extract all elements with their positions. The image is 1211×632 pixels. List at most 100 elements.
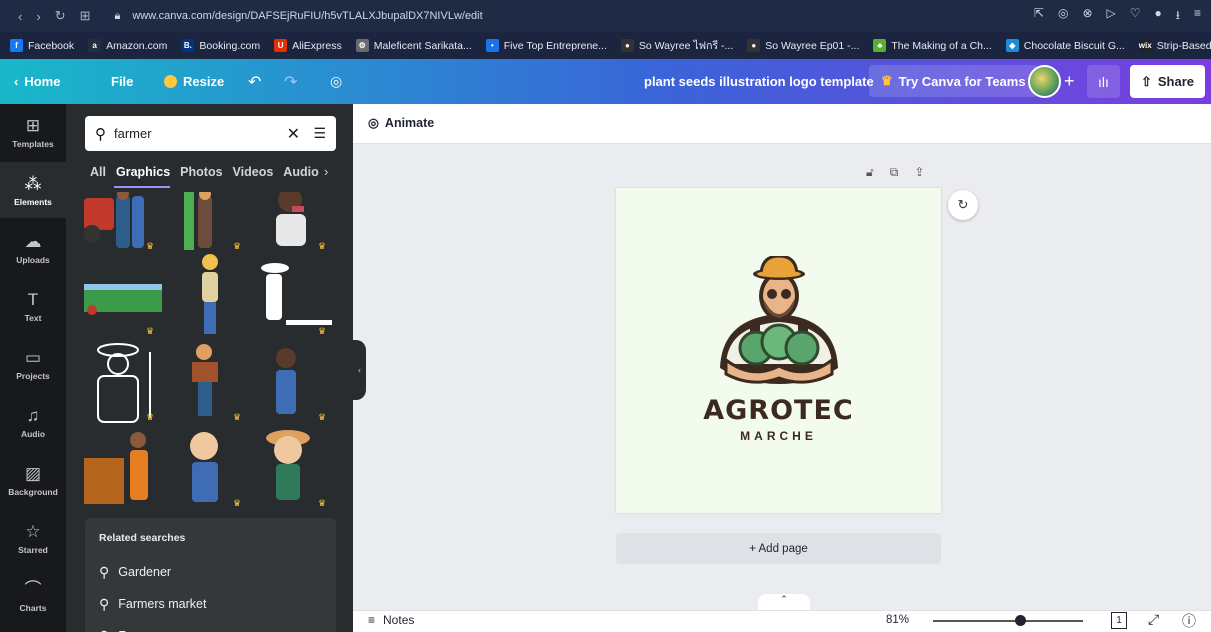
- chevron-right-icon[interactable]: ›: [324, 164, 328, 179]
- bookmark-item[interactable]: U AliExpress: [274, 39, 342, 52]
- home-button[interactable]: ‹ Home: [14, 74, 60, 89]
- bookmark-label: Facebook: [28, 39, 75, 52]
- zoom-slider-handle[interactable]: [1015, 615, 1026, 626]
- share-page-icon[interactable]: ⇱: [1034, 6, 1044, 27]
- screenshot-icon[interactable]: ◎: [1058, 6, 1068, 27]
- bookmark-label: Chocolate Biscuit G...: [1023, 39, 1125, 52]
- design-title[interactable]: plant seeds illustration logo template: [644, 74, 874, 89]
- bookmark-item[interactable]: B. Booking.com: [181, 39, 260, 52]
- close-icon[interactable]: ✕: [287, 124, 300, 144]
- resize-button[interactable]: Resize: [164, 74, 224, 89]
- vertical-scrollbar[interactable]: [1199, 145, 1211, 595]
- file-menu-button[interactable]: File: [111, 74, 133, 89]
- bookmark-item[interactable]: ⚙ Maleficent Sarikata...: [355, 39, 472, 52]
- graphic-farmer-outline-fork[interactable]: [97, 343, 151, 423]
- farmer-logo-illustration[interactable]: [712, 256, 846, 388]
- bookmark-item[interactable]: ♣ The Making of a Ch...: [873, 39, 992, 52]
- logo-subtitle[interactable]: MARCHE: [616, 429, 941, 443]
- tab-photos[interactable]: Photos: [180, 165, 222, 179]
- graphic-farmer-rake[interactable]: [202, 254, 218, 334]
- graphic-farmer-woman-watering[interactable]: [276, 192, 306, 246]
- rail-item-uploads[interactable]: ☁ Uploads: [0, 220, 66, 276]
- rail-item-audio[interactable]: ♫ Audio: [0, 394, 66, 450]
- rail-item-projects[interactable]: ▭ Projects: [0, 336, 66, 392]
- related-search-item[interactable]: ⚲ Farmers market: [99, 588, 322, 620]
- lock-page-icon[interactable]: 🔓︎: [866, 165, 874, 180]
- help-icon[interactable]: ⓘ: [1182, 611, 1196, 631]
- heart-icon[interactable]: ♡: [1130, 6, 1141, 27]
- page-count[interactable]: 1: [1111, 612, 1127, 629]
- undo-icon[interactable]: ↶: [248, 72, 261, 92]
- rail-item-elements[interactable]: ⁂ Elements: [0, 162, 66, 218]
- related-search-item[interactable]: ⚲ Gardener: [99, 556, 322, 588]
- graphic-farmer-sowing-outline[interactable]: [261, 263, 332, 325]
- url-field[interactable]: www.canva.com/design/DAFSEjRuFIU/h5vTLAL…: [132, 10, 482, 22]
- graphic-farmer-girl[interactable]: [276, 348, 296, 414]
- zoom-slider[interactable]: [933, 615, 1083, 626]
- bookmark-item[interactable]: ● So Wayree ไฟกรี -...: [620, 37, 733, 54]
- chevron-up-icon[interactable]: ⌃: [758, 594, 810, 610]
- block-icon[interactable]: ⊗: [1082, 6, 1092, 27]
- insights-button[interactable]: ılı: [1087, 65, 1120, 98]
- search-bar: ⚲ ✕ ☰: [85, 116, 336, 151]
- add-collaborator-icon[interactable]: +: [1064, 71, 1075, 92]
- bookmark-item[interactable]: a Amazon.com: [88, 39, 167, 52]
- bookmark-item[interactable]: ◆ Chocolate Biscuit G...: [1005, 39, 1125, 52]
- search-input[interactable]: [114, 126, 274, 141]
- text-icon: T: [27, 289, 39, 309]
- tab-all[interactable]: All: [90, 165, 106, 179]
- tab-videos[interactable]: Videos: [233, 165, 274, 179]
- search-icon: ⚲: [99, 595, 110, 612]
- filter-icon[interactable]: ☰: [313, 125, 326, 142]
- premium-crown-icon: ♛: [318, 498, 327, 508]
- rail-item-background[interactable]: ▨ Background: [0, 452, 66, 508]
- try-teams-button[interactable]: ♛ Try Canva for Teams: [869, 65, 1038, 97]
- add-page-button[interactable]: + Add page: [616, 533, 941, 564]
- graphic-farmer-corn[interactable]: [184, 192, 212, 250]
- rail-item-label: Audio: [20, 428, 46, 439]
- crown-icon: [164, 75, 177, 88]
- cloud-saved-icon[interactable]: ◎: [330, 73, 342, 90]
- download-icon[interactable]: ⭳: [1176, 6, 1180, 27]
- tab-audio[interactable]: Audio: [283, 165, 318, 179]
- bookmark-item[interactable]: f Facebook: [10, 39, 74, 52]
- animate-button[interactable]: ◎ Animate: [368, 115, 434, 131]
- reload-icon[interactable]: ↻: [55, 8, 66, 24]
- bookmark-item[interactable]: • Five Top Entreprene...: [485, 39, 607, 52]
- design-canvas[interactable]: AGROTEC MARCHE: [616, 188, 941, 513]
- collapse-panel-handle[interactable]: ‹: [353, 340, 366, 400]
- menu-icon[interactable]: ≡: [1194, 6, 1201, 27]
- graphic-fruit-seller[interactable]: [84, 432, 148, 504]
- notes-button[interactable]: ≡ Notes: [368, 613, 414, 627]
- bookmark-item[interactable]: ● So Wayree Ep01 -...: [747, 39, 859, 52]
- related-search-item[interactable]: ⚲Farm: [99, 620, 322, 632]
- apps-icon[interactable]: ⊞: [80, 8, 91, 24]
- avatar[interactable]: [1028, 65, 1061, 98]
- play-icon[interactable]: ▷: [1107, 6, 1116, 27]
- graphic-farm-landscape[interactable]: [84, 284, 162, 315]
- tab-graphics[interactable]: Graphics: [116, 165, 170, 179]
- rail-item-starred[interactable]: ☆ Starred: [0, 510, 66, 566]
- rail-item-charts[interactable]: ⌒ Charts: [0, 568, 66, 624]
- rail-item-text[interactable]: T Text: [0, 278, 66, 334]
- zoom-level[interactable]: 81%: [886, 614, 909, 626]
- duplicate-page-icon[interactable]: ⧉: [890, 165, 899, 180]
- refresh-design-button[interactable]: ↻: [948, 190, 978, 220]
- rail-item-label: Templates: [12, 138, 54, 149]
- profile-icon[interactable]: ●: [1155, 6, 1162, 27]
- graphic-farmer-crate[interactable]: [192, 344, 218, 416]
- fullscreen-icon[interactable]: ⤢: [1148, 611, 1159, 628]
- back-icon[interactable]: ‹: [18, 9, 22, 24]
- bookmark-item[interactable]: wix Strip-Based Site We...: [1138, 39, 1211, 52]
- rail-item-templates[interactable]: ⊞ Templates: [0, 104, 66, 160]
- graphic-farmer-kid[interactable]: [190, 432, 218, 502]
- share-button[interactable]: ⇧ Share: [1130, 65, 1205, 98]
- add-page-icon[interactable]: ⇪: [914, 165, 924, 180]
- redo-icon[interactable]: ↷: [284, 72, 297, 92]
- rail-item-label: Projects: [16, 370, 50, 381]
- graphic-farmer-tractor[interactable]: [83, 192, 144, 248]
- logo-title[interactable]: AGROTEC: [616, 395, 941, 426]
- forward-icon[interactable]: ›: [36, 9, 40, 24]
- site-icon: ●: [747, 39, 761, 52]
- graphic-farmer-boy-hat[interactable]: [266, 430, 310, 500]
